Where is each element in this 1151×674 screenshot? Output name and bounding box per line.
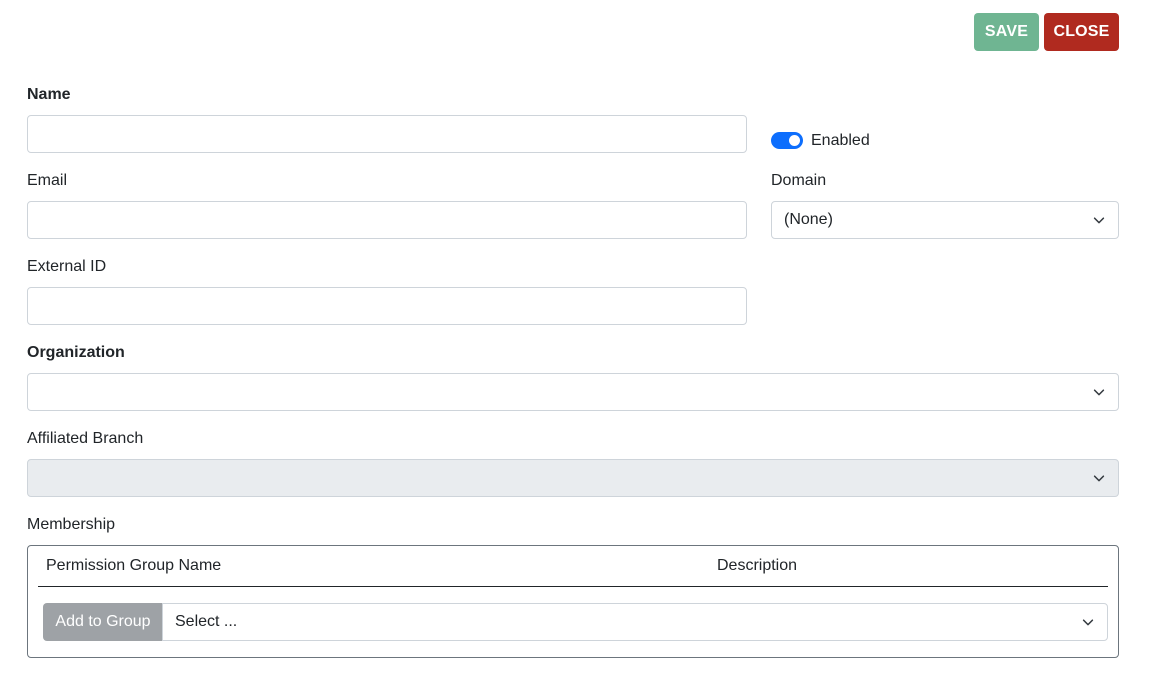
name-input[interactable] [27,115,747,153]
domain-select[interactable]: (None) [771,201,1119,239]
chevron-down-icon [1093,475,1105,482]
chevron-down-icon [1082,619,1094,626]
group-select[interactable]: Select ... [162,603,1108,641]
chevron-down-icon [1093,389,1105,396]
external-id-label: External ID [27,258,107,275]
membership-panel: Permission Group Name Description Add to… [27,545,1119,658]
chevron-down-icon [1093,217,1105,224]
toggle-knob [789,135,800,146]
add-to-group-button[interactable]: Add to Group [43,603,163,641]
email-label: Email [27,172,68,189]
group-select-placeholder: Select ... [175,613,238,630]
organization-select[interactable] [27,373,1119,411]
save-button[interactable]: SAVE [974,13,1039,51]
enabled-label: Enabled [811,132,870,149]
organization-label: Organization [27,344,125,361]
table-header-divider [38,586,1108,587]
affiliated-branch-select[interactable] [27,459,1119,497]
email-input[interactable] [27,201,747,239]
membership-label: Membership [27,516,116,533]
external-id-input[interactable] [27,287,747,325]
close-button[interactable]: CLOSE [1044,13,1119,51]
column-header-description: Description [717,557,798,574]
affiliated-branch-label: Affiliated Branch [27,430,144,447]
enabled-toggle[interactable] [771,132,803,149]
domain-select-value: (None) [784,211,833,228]
domain-label: Domain [771,172,827,189]
column-header-permission-group-name: Permission Group Name [46,557,222,574]
name-label: Name [27,86,71,103]
